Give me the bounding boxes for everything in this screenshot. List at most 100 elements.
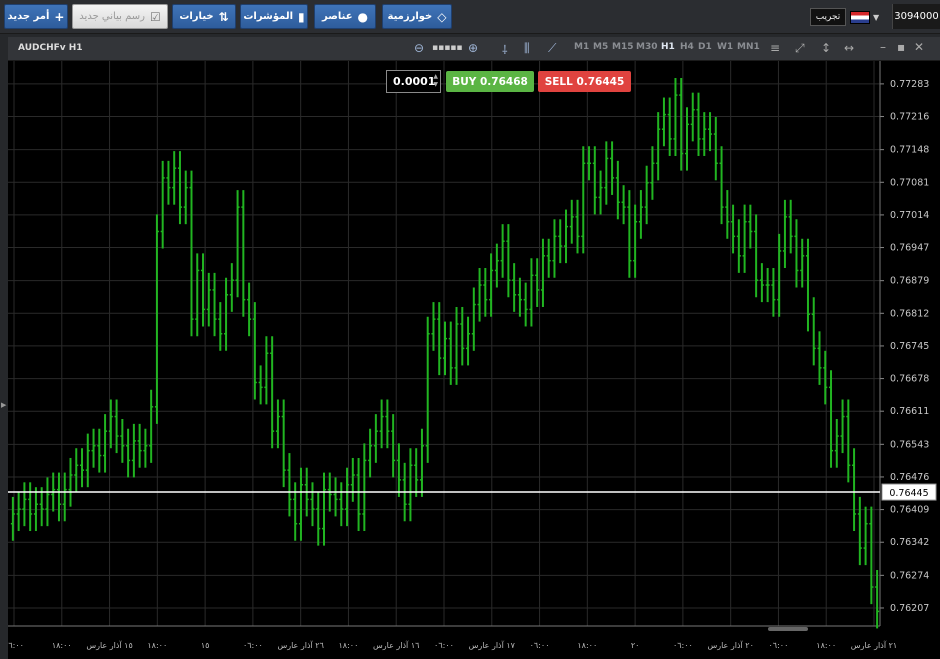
- y-axis-label: 0.76476: [890, 472, 929, 483]
- zoom-out-icon[interactable]: ⊖: [414, 41, 424, 55]
- ohlc-bar: [540, 238, 545, 307]
- chart-area[interactable]: 0.77283 0.77216 0.77148 0.77081 0.77014 0.769…: [8, 61, 940, 659]
- ohlc-bar: [114, 399, 119, 454]
- timeframe-m1[interactable]: M1: [574, 42, 589, 52]
- ohlc-bar: [794, 219, 799, 288]
- ohlc-bar: [85, 433, 90, 488]
- ohlc-bar: [310, 482, 315, 527]
- quantity-input[interactable]: 0.0001 ▲ ▼: [386, 70, 441, 93]
- current-price-label: 0.76445: [889, 488, 928, 499]
- ohlc-bar: [466, 316, 471, 366]
- close-window-icon[interactable]: ✕: [914, 40, 924, 54]
- ohlc-bar: [811, 297, 816, 366]
- timeframe-w1[interactable]: W1: [717, 42, 733, 52]
- ohlc-bar: [604, 141, 609, 205]
- ohlc-bar: [771, 268, 776, 317]
- ohlc-bar: [471, 287, 476, 351]
- new-order-button[interactable]: أمر جديد +: [4, 4, 68, 29]
- shapes-icon: ●: [357, 9, 369, 24]
- ohlc-bar: [39, 487, 44, 527]
- ohlc-bar: [160, 160, 165, 249]
- chevron-down-icon: ▼: [873, 12, 880, 22]
- x-axis-label: ٠٦:٠٠: [434, 641, 454, 650]
- ohlc-bar: [489, 253, 494, 317]
- ohlc-bar: [650, 146, 655, 200]
- x-axis-label: ٢٠: [631, 641, 640, 650]
- timeframe-d1[interactable]: D1: [698, 42, 712, 52]
- options-button[interactable]: خيارات ⇅: [172, 4, 236, 29]
- expand-panel-icon[interactable]: ▶: [1, 401, 6, 409]
- candlestick-chart-type-icon[interactable]: ⫼: [524, 41, 530, 56]
- buy-button[interactable]: BUY 0.76468: [446, 71, 534, 92]
- ohlc-bar: [535, 258, 540, 307]
- ohlc-bar: [777, 233, 782, 317]
- timeframe-m15[interactable]: M15: [612, 42, 633, 52]
- timeframe-h1[interactable]: H1: [661, 42, 675, 52]
- y-axis-label: 0.76611: [890, 406, 929, 417]
- bar-chart-type-icon[interactable]: ⸸: [502, 41, 508, 58]
- timeframe-m30[interactable]: M30: [636, 42, 657, 52]
- chart-settings-icon[interactable]: ≡: [770, 41, 780, 55]
- quantity-value: 0.0001: [393, 75, 436, 88]
- algorithm-button[interactable]: خوارزمية ◇: [382, 4, 452, 29]
- ohlc-bar: [362, 443, 367, 532]
- ohlc-bar: [241, 190, 246, 317]
- ohlc-bar: [425, 316, 430, 463]
- ohlc-bar: [523, 282, 528, 327]
- ohlc-bar: [656, 112, 661, 181]
- zoom-in-icon[interactable]: ⊕: [468, 41, 478, 55]
- ohlc-bar: [667, 97, 672, 156]
- ohlc-bar: [316, 492, 321, 546]
- ohlc-bar: [546, 238, 551, 278]
- y-axis-label: 0.77014: [890, 210, 929, 221]
- ohlc-bar: [563, 209, 568, 264]
- ohlc-bar: [627, 190, 632, 278]
- line-chart-type-icon[interactable]: ⟋: [548, 41, 556, 56]
- timeframe-m5[interactable]: M5: [593, 42, 608, 52]
- y-axis-label: 0.76678: [890, 374, 929, 385]
- ohlc-bar: [137, 423, 142, 468]
- x-axis-label: ١٨:٠٠: [52, 641, 72, 650]
- ohlc-bar: [131, 423, 136, 478]
- new-chart-button[interactable]: رسم بياني جديد ☑: [72, 4, 168, 29]
- ohlc-bar: [782, 199, 787, 269]
- price-chart[interactable]: 0.77283 0.77216 0.77148 0.77081 0.77014 0.769…: [8, 61, 940, 659]
- elements-button[interactable]: عناصر ●: [314, 4, 376, 29]
- ohlc-bar: [201, 253, 206, 327]
- ohlc-bar: [154, 214, 159, 424]
- ohlc-bar: [834, 418, 839, 468]
- timeframe-h4[interactable]: H4: [680, 42, 694, 52]
- horizontal-line-tool-icon[interactable]: ↔: [844, 41, 854, 55]
- x-axis-label: ٢٦ آذار عارس: [277, 640, 323, 650]
- ohlc-bar: [373, 414, 378, 463]
- y-axis-label: 0.76947: [890, 243, 929, 254]
- y-axis-label: 0.77216: [890, 112, 929, 123]
- vertical-line-tool-icon[interactable]: ↕: [821, 41, 831, 55]
- sell-button[interactable]: SELL 0.76445: [538, 71, 631, 92]
- ohlc-bar: [817, 331, 822, 385]
- y-axis-label: 0.76274: [890, 570, 929, 581]
- language-selector[interactable]: ▼: [850, 8, 884, 26]
- ohlc-bar: [736, 219, 741, 273]
- maximize-window-icon[interactable]: ▪: [897, 40, 905, 54]
- ohlc-bar: [270, 336, 275, 449]
- horizontal-scrollbar[interactable]: [768, 627, 808, 631]
- trendline-tool-icon[interactable]: ⤢: [795, 41, 805, 56]
- quantity-stepper-icon[interactable]: ▲ ▼: [433, 73, 438, 89]
- zoom-slider[interactable]: ▪▪▪▪▪: [432, 43, 463, 53]
- ohlc-bar: [517, 277, 522, 317]
- demo-badge[interactable]: تجريب: [810, 8, 846, 26]
- timeframe-mn1[interactable]: MN1: [737, 42, 760, 52]
- minimize-window-icon[interactable]: –: [880, 40, 886, 54]
- ohlc-bar: [126, 428, 131, 478]
- ohlc-bar: [575, 199, 580, 254]
- account-number[interactable]: 3094000: [892, 4, 940, 29]
- indicators-button[interactable]: المؤشرات ▮: [240, 4, 308, 29]
- x-axis-label: ١٥: [201, 641, 210, 650]
- y-axis-label: 0.76812: [890, 308, 929, 319]
- options-label: خيارات: [179, 11, 214, 22]
- left-panel-edge[interactable]: ▶: [0, 61, 8, 659]
- bar-chart-icon: ▮: [298, 9, 305, 24]
- ohlc-bar: [414, 448, 419, 497]
- ohlc-bar: [460, 306, 465, 366]
